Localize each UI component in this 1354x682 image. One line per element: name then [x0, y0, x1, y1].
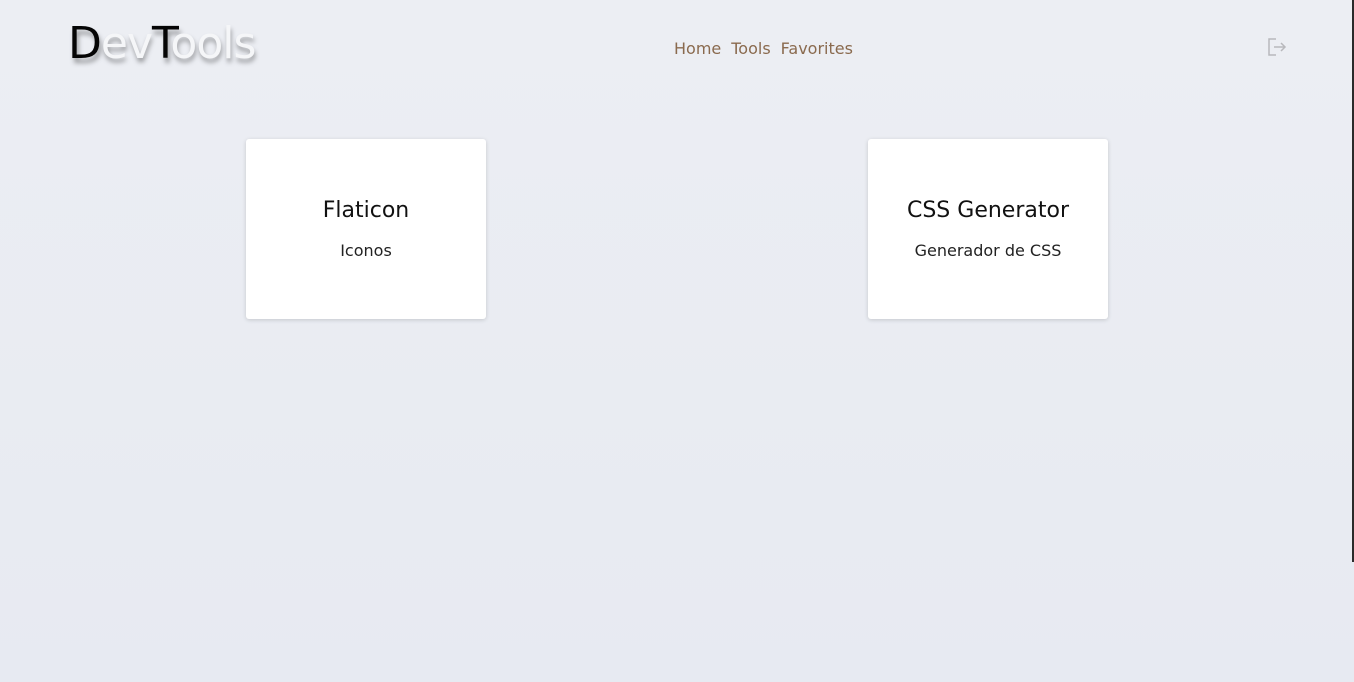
- logout-icon: [1268, 38, 1287, 56]
- main-nav: Home Tools Favorites: [674, 39, 853, 59]
- tool-card-css-generator[interactable]: CSS Generator Generador de CSS: [868, 139, 1108, 319]
- nav-link-home[interactable]: Home: [674, 39, 721, 59]
- logo-letters-ev: ev: [100, 18, 153, 69]
- card-title: CSS Generator: [906, 198, 1069, 223]
- logout-button[interactable]: [1265, 36, 1289, 58]
- nav-link-favorites[interactable]: Favorites: [781, 39, 853, 59]
- card-title: Flaticon: [322, 198, 410, 223]
- devtools-logo[interactable]: DevTools: [68, 18, 256, 69]
- logo-letters-ools: ools: [170, 18, 256, 69]
- site-header: DevTools Home Tools Favorites: [0, 0, 1354, 100]
- card-description: Generador de CSS: [914, 241, 1062, 260]
- card-description: Iconos: [340, 241, 392, 260]
- nav-link-tools[interactable]: Tools: [731, 39, 770, 59]
- logo-letter-t: T: [152, 18, 171, 69]
- logo-letter-d: D: [68, 18, 102, 69]
- tool-card-flaticon[interactable]: Flaticon Iconos: [246, 139, 486, 319]
